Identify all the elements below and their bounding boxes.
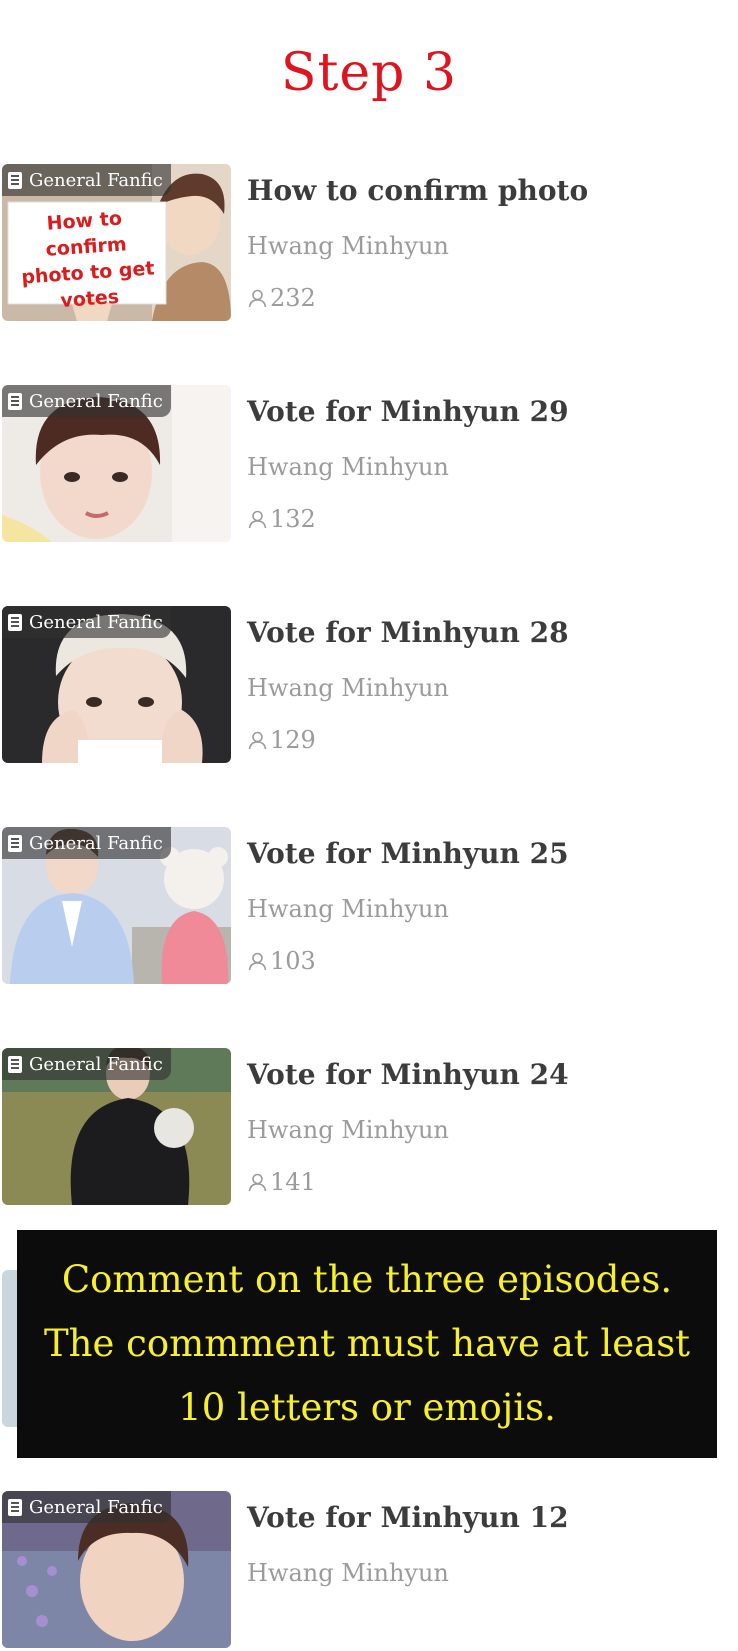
sign-text: How to confirm photo to get votes — [20, 207, 156, 312]
category-tag: General Fanfic — [2, 1048, 171, 1080]
document-icon — [8, 613, 22, 631]
document-icon — [8, 171, 22, 189]
views-count: 141 — [270, 1168, 316, 1196]
item-thumbnail[interactable]: General Fanfic — [2, 827, 231, 984]
tag-label: General Fanfic — [29, 611, 163, 633]
list-item[interactable]: General Fanfic Vote for Minhyun 12 Hwang… — [0, 1491, 738, 1651]
item-author: Hwang Minhyun — [247, 453, 449, 481]
item-title[interactable]: Vote for Minhyun 12 — [247, 1501, 569, 1534]
item-thumbnail[interactable]: General Fanfic — [2, 1491, 231, 1648]
item-thumbnail[interactable]: General Fanfic — [2, 1048, 231, 1205]
instruction-overlay: Comment on the three episodes. The commm… — [17, 1230, 717, 1458]
list-item[interactable]: General Fanfic Vote for Minhyun 29 Hwang… — [0, 385, 738, 545]
item-views: 103 — [247, 947, 316, 975]
person-icon — [248, 952, 267, 970]
category-tag: General Fanfic — [2, 385, 171, 417]
item-thumbnail[interactable]: How to confirm photo to get votes Genera… — [2, 164, 231, 321]
item-views: 141 — [247, 1168, 316, 1196]
document-icon — [8, 1055, 22, 1073]
tag-label: General Fanfic — [29, 1053, 163, 1075]
list-item[interactable]: General Fanfic Vote for Minhyun 24 Hwang… — [0, 1048, 738, 1208]
item-author: Hwang Minhyun — [247, 232, 449, 260]
item-views: 129 — [247, 726, 316, 754]
instruction-line: 10 letters or emojis. — [178, 1386, 556, 1429]
views-count: 129 — [270, 726, 316, 754]
item-title[interactable]: Vote for Minhyun 28 — [247, 616, 569, 649]
person-icon — [248, 289, 267, 307]
list-item[interactable]: How to confirm photo to get votes Genera… — [0, 164, 738, 324]
item-author: Hwang Minhyun — [247, 1559, 449, 1587]
tag-label: General Fanfic — [29, 832, 163, 854]
instruction-line: The commment must have at least — [43, 1322, 691, 1365]
category-tag: General Fanfic — [2, 1491, 171, 1523]
views-count: 132 — [270, 505, 316, 533]
item-author: Hwang Minhyun — [247, 1116, 449, 1144]
instruction-line: Comment on the three episodes. — [61, 1258, 673, 1301]
category-tag: General Fanfic — [2, 827, 171, 859]
item-author: Hwang Minhyun — [247, 895, 449, 923]
views-count: 232 — [270, 284, 316, 312]
list-item[interactable]: General Fanfic Vote for Minhyun 28 Hwang… — [0, 606, 738, 766]
tag-label: General Fanfic — [29, 169, 163, 191]
tag-label: General Fanfic — [29, 1496, 163, 1518]
item-title[interactable]: Vote for Minhyun 24 — [247, 1058, 569, 1091]
category-tag: General Fanfic — [2, 164, 171, 196]
document-icon — [8, 1498, 22, 1516]
person-icon — [248, 1173, 267, 1191]
person-icon — [248, 510, 267, 528]
views-count: 103 — [270, 947, 316, 975]
item-views: 232 — [247, 284, 316, 312]
tag-label: General Fanfic — [29, 390, 163, 412]
item-title[interactable]: How to confirm photo — [247, 174, 588, 207]
person-icon — [248, 731, 267, 749]
document-icon — [8, 392, 22, 410]
item-thumbnail[interactable]: General Fanfic — [2, 606, 231, 763]
page-title: Step 3 — [280, 43, 458, 103]
item-title[interactable]: Vote for Minhyun 29 — [247, 395, 569, 428]
category-tag: General Fanfic — [2, 606, 171, 638]
item-author: Hwang Minhyun — [247, 674, 449, 702]
list-item[interactable]: General Fanfic Vote for Minhyun 25 Hwang… — [0, 827, 738, 987]
item-views: 132 — [247, 505, 316, 533]
document-icon — [8, 834, 22, 852]
instruction-text: Comment on the three episodes. The commm… — [27, 1248, 707, 1440]
item-thumbnail[interactable]: General Fanfic — [2, 385, 231, 542]
item-title[interactable]: Vote for Minhyun 25 — [247, 837, 569, 870]
